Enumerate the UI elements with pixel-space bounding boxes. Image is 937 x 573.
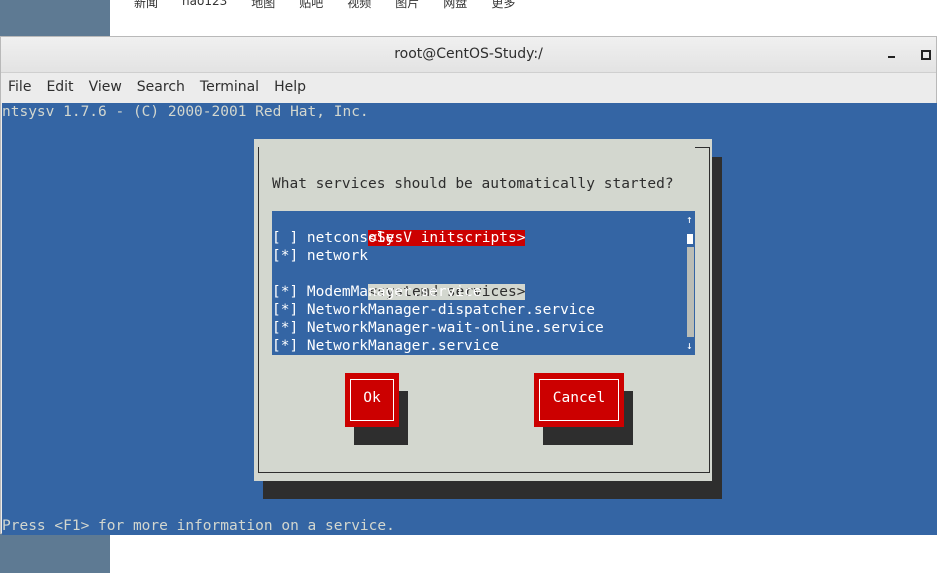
services-dialog: What services should be automatically st…	[254, 139, 712, 481]
list-scrollbar[interactable]: ↑ ↓	[685, 211, 695, 355]
service-item-networkmanager[interactable]: [*] NetworkManager.service	[272, 337, 499, 355]
list-group-header[interactable]: <systemd services>	[281, 265, 526, 300]
menubar: File Edit View Search Terminal Help	[1, 73, 936, 101]
background-browser-bottom	[110, 535, 937, 573]
background-link: 新闻	[134, 0, 159, 10]
ok-button[interactable]: Ok	[345, 373, 399, 427]
list-group-header[interactable]: <SysV initscripts>	[281, 211, 526, 246]
background-link: 图片	[395, 0, 420, 10]
menu-help[interactable]: Help	[274, 79, 306, 95]
services-list[interactable]: <SysV initscripts> [ ] netconsole [*] ne…	[272, 211, 695, 355]
background-link: 地图	[251, 0, 276, 10]
background-link: 网盘	[443, 0, 468, 10]
menu-terminal[interactable]: Terminal	[200, 79, 259, 95]
service-item-modemmanager[interactable]: [*] ModemManager.service	[272, 283, 482, 301]
scroll-track[interactable]	[687, 247, 694, 337]
terminal-header: ntsysv 1.7.6 - (C) 2000-2001 Red Hat, In…	[2, 104, 369, 120]
terminal-window: root@CentOS-Study:/ File Edit View Searc…	[0, 36, 937, 535]
terminal-footer: Press <F1> for more information on a ser…	[2, 518, 395, 534]
ok-button-label: Ok	[350, 379, 394, 421]
window-titlebar[interactable]: root@CentOS-Study:/	[1, 37, 936, 73]
background-link: 贴吧	[299, 0, 324, 10]
scroll-up-arrow-icon[interactable]: ↑	[686, 211, 693, 229]
menu-view[interactable]: View	[89, 79, 122, 95]
minimize-icon[interactable]	[883, 45, 901, 63]
cancel-button-label: Cancel	[539, 379, 619, 421]
scroll-thumb[interactable]	[687, 234, 693, 244]
background-link: hao123	[182, 0, 228, 8]
menu-edit[interactable]: Edit	[46, 79, 73, 95]
service-item-networkmanager-dispatcher[interactable]: [*] NetworkManager-dispatcher.service	[272, 301, 595, 319]
maximize-icon[interactable]	[916, 45, 934, 63]
dialog-frame-corner	[695, 147, 709, 148]
menu-search[interactable]: Search	[137, 79, 185, 95]
menu-file[interactable]: File	[8, 79, 31, 95]
window-title: root@CentOS-Study:/	[394, 46, 543, 62]
service-item-networkmanager-wait-online[interactable]: [*] NetworkManager-wait-online.service	[272, 319, 604, 337]
service-item-network[interactable]: [*] network	[272, 247, 368, 265]
background-link: 更多	[491, 0, 516, 10]
dialog-question: What services should be automatically st…	[272, 176, 674, 192]
cancel-button[interactable]: Cancel	[534, 373, 624, 427]
scroll-down-arrow-icon[interactable]: ↓	[686, 337, 693, 355]
background-browser-links: 新闻 hao123 地图 贴吧 视频 图片 网盘 更多	[134, 0, 515, 11]
background-link: 视频	[347, 0, 372, 10]
terminal-screen[interactable]: ntsysv 1.7.6 - (C) 2000-2001 Red Hat, In…	[2, 103, 937, 535]
service-item-netconsole[interactable]: [ ] netconsole	[272, 229, 394, 247]
